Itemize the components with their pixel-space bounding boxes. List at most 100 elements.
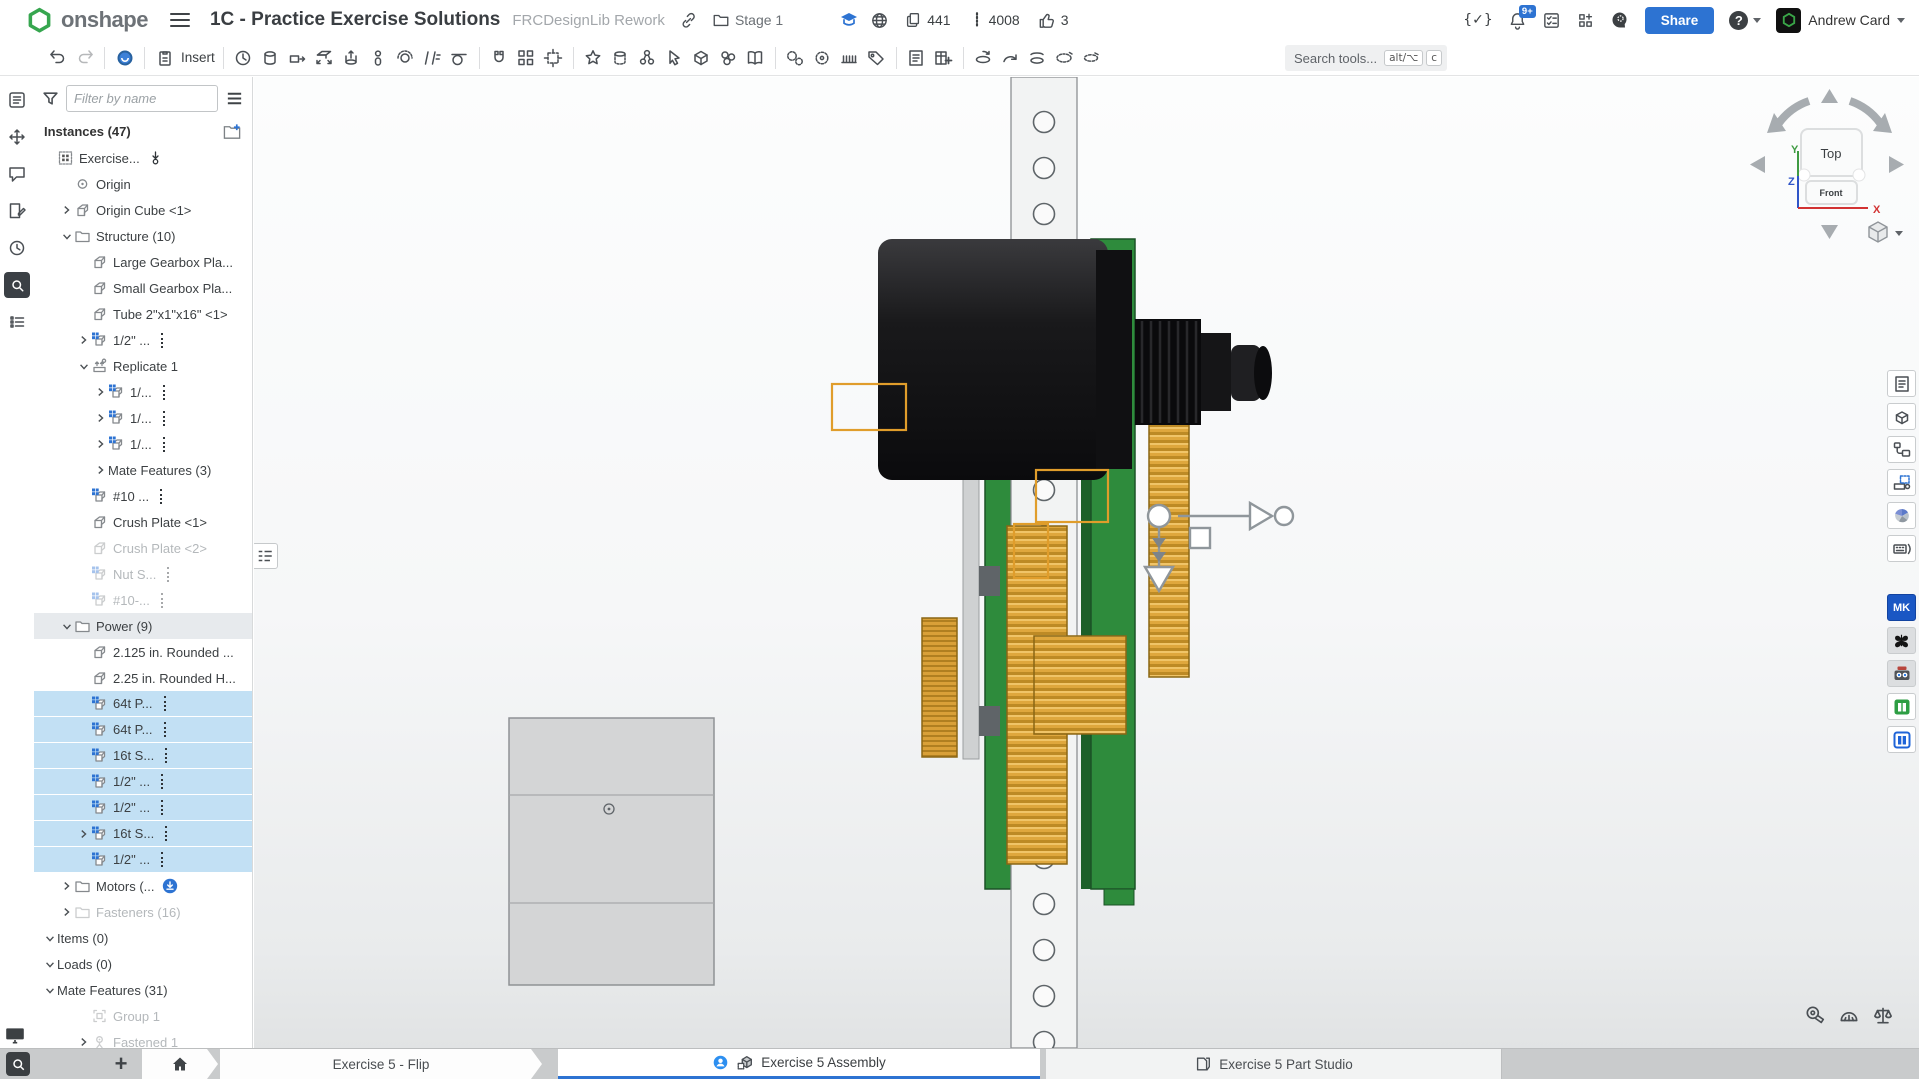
present-screen-icon[interactable]	[4, 1024, 26, 1046]
tree-item[interactable]: 2.25 in. Rounded H...	[34, 665, 252, 691]
tree-item[interactable]: Small Gearbox Pla...	[34, 275, 252, 301]
tape-measure-icon[interactable]	[1803, 1004, 1827, 1026]
revolute-mate-icon[interactable]	[257, 44, 284, 71]
feedback-icon[interactable]	[1610, 10, 1630, 30]
tree-item[interactable]: Power (9)	[34, 613, 252, 639]
chevron-right-icon[interactable]	[93, 436, 108, 452]
tree-item[interactable]: Loads (0)	[34, 951, 252, 977]
document-panel-icon[interactable]	[1887, 370, 1916, 397]
add-tab-button[interactable]: +	[100, 1049, 142, 1079]
tree-item[interactable]: 1/...	[34, 405, 252, 431]
robot-extension-icon[interactable]	[1887, 660, 1916, 687]
transform-icon[interactable]	[540, 44, 567, 71]
tab-exercise5-assembly[interactable]: Exercise 5 Assembly	[558, 1049, 1040, 1079]
history-panel-icon[interactable]	[4, 235, 30, 261]
tree-item[interactable]: 64t P...	[34, 717, 252, 743]
3d-viewport[interactable]: Top Front Y Z X MK	[254, 77, 1919, 1048]
share-button[interactable]: Share	[1645, 7, 1715, 34]
chevron-right-icon[interactable]	[76, 1034, 91, 1048]
insert-bom-icon[interactable]	[930, 44, 957, 71]
configuration-indicator-icon[interactable]	[165, 748, 167, 763]
help-icon[interactable]: ?	[1729, 11, 1748, 30]
chevron-right-icon[interactable]	[93, 462, 108, 478]
versions-panel-icon[interactable]	[1887, 502, 1916, 529]
chevron-right-icon[interactable]	[93, 410, 108, 426]
tree-item[interactable]: 16t S...	[34, 743, 252, 769]
tree-item[interactable]: 2.125 in. Rounded ...	[34, 639, 252, 665]
search-tabs-icon[interactable]	[6, 1052, 30, 1076]
protractor-icon[interactable]	[1837, 1004, 1861, 1026]
gear-hub-part[interactable]	[1034, 636, 1126, 734]
list-options-icon[interactable]	[225, 89, 244, 108]
search-panel-icon[interactable]	[4, 272, 30, 298]
chevron-right-icon[interactable]	[93, 384, 108, 400]
named-views-icon[interactable]	[903, 44, 930, 71]
copy-link-icon[interactable]	[679, 11, 698, 30]
rack-relation-icon[interactable]	[836, 44, 863, 71]
configuration-indicator-icon[interactable]	[161, 852, 163, 867]
parts-list-panel-icon[interactable]	[4, 309, 30, 335]
cylindrical-mate-icon[interactable]	[338, 44, 365, 71]
comments-panel-icon[interactable]	[4, 161, 30, 187]
shortcuts-panel-icon[interactable]	[1887, 535, 1916, 562]
likes-count[interactable]: 3	[1037, 11, 1069, 30]
tree-item[interactable]: Origin Cube <1>	[34, 197, 252, 223]
notifications-bell-icon[interactable]: 9+	[1508, 11, 1527, 30]
assembly-structure-panel-icon[interactable]	[4, 87, 30, 113]
help-menu[interactable]: ?	[1729, 11, 1761, 30]
tree-item[interactable]: Replicate 1	[34, 353, 252, 379]
slider-mate-icon[interactable]	[284, 44, 311, 71]
tree-item[interactable]: 1/2" ...	[34, 847, 252, 873]
linked-documents-panel-icon[interactable]	[1887, 436, 1916, 463]
tree-item[interactable]: Crush Plate <1>	[34, 509, 252, 535]
flat-plate-part[interactable]	[509, 718, 714, 985]
tree-item[interactable]: 64t P...	[34, 691, 252, 717]
mass-properties-icon[interactable]	[1871, 1004, 1895, 1026]
learning-center-icon[interactable]	[839, 10, 859, 30]
tab-exercise5-partstudio[interactable]: Exercise 5 Part Studio	[1046, 1049, 1502, 1079]
chevron-down-icon[interactable]	[42, 956, 57, 972]
butterfly-extension-icon[interactable]	[1887, 627, 1916, 654]
configuration-indicator-icon[interactable]	[163, 385, 165, 400]
tag-parts-icon[interactable]	[863, 44, 890, 71]
view-cube[interactable]: Top Front Y Z X	[1741, 85, 1915, 249]
undo-icon[interactable]	[44, 44, 71, 71]
tree-item[interactable]: Structure (10)	[34, 223, 252, 249]
linear-pattern-icon[interactable]	[513, 44, 540, 71]
configuration-indicator-icon[interactable]	[163, 411, 165, 426]
chevron-right-icon[interactable]	[76, 332, 91, 348]
home-tab-button[interactable]	[142, 1049, 218, 1079]
tree-item[interactable]: 16t S...	[34, 821, 252, 847]
redo-icon[interactable]	[71, 44, 98, 71]
tab-exercise5-flip[interactable]: Exercise 5 - Flip	[220, 1049, 542, 1079]
configuration-panel-icon[interactable]	[1887, 403, 1916, 430]
spur-gear-relation-icon[interactable]	[782, 44, 809, 71]
configuration-indicator-icon[interactable]	[161, 774, 163, 789]
tree-item[interactable]: Mate Features (31)	[34, 977, 252, 1003]
tree-item[interactable]: Mate Features (3)	[34, 457, 252, 483]
configuration-indicator-icon[interactable]	[164, 696, 166, 711]
animate-4-icon[interactable]	[1051, 44, 1078, 71]
assembly-3d-view[interactable]	[254, 77, 1919, 1048]
chevron-down-icon[interactable]	[59, 228, 74, 244]
animate-2-icon[interactable]	[997, 44, 1024, 71]
configuration-indicator-icon[interactable]	[163, 437, 165, 452]
insert-label[interactable]: Insert	[181, 50, 215, 65]
display-states-icon[interactable]	[688, 44, 715, 71]
tree-item[interactable]: Crush Plate <2>	[34, 535, 252, 561]
chevron-right-icon[interactable]	[59, 878, 74, 894]
library-green-extension-icon[interactable]	[1887, 693, 1916, 720]
tangent-mate-icon[interactable]	[446, 44, 473, 71]
create-version-icon[interactable]	[580, 44, 607, 71]
view-menu-cube-icon[interactable]	[1869, 222, 1903, 242]
search-tools-input[interactable]: Search tools... alt/⌥ c	[1285, 45, 1447, 71]
parallel-mate-icon[interactable]	[419, 44, 446, 71]
select-tool-icon[interactable]	[661, 44, 688, 71]
user-menu[interactable]: Andrew Card	[1776, 8, 1905, 33]
filter-funnel-icon[interactable]	[42, 90, 59, 107]
edit-notes-panel-icon[interactable]	[4, 198, 30, 224]
chevron-right-icon[interactable]	[59, 202, 74, 218]
chevron-down-icon[interactable]	[76, 358, 91, 374]
tree-item[interactable]: Origin	[34, 171, 252, 197]
add-folder-icon[interactable]	[223, 123, 242, 140]
